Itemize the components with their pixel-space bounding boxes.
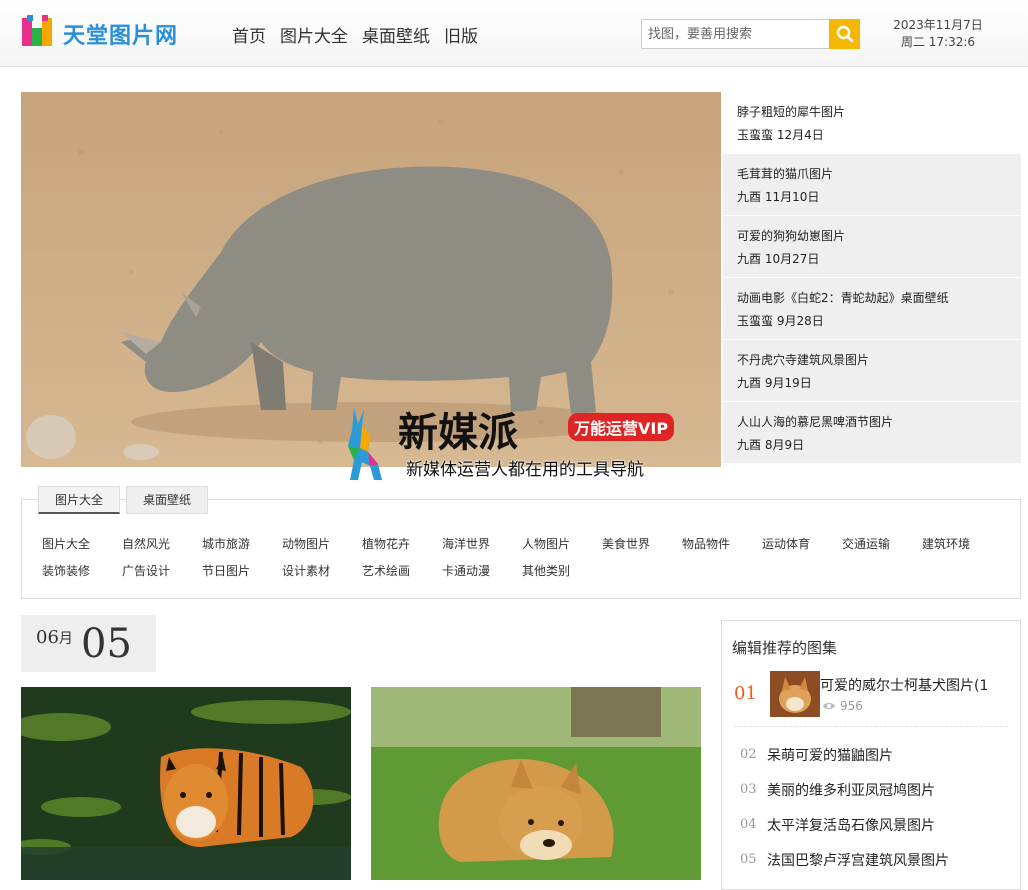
list-item-meta: 九酉 9月19日: [737, 376, 812, 390]
search-box: [641, 19, 860, 49]
view-count: 956: [822, 699, 863, 713]
list-item[interactable]: 04 太平洋复活岛石像风景图片: [740, 807, 1010, 842]
list-item[interactable]: 不丹虎穴寺建筑风景图片 九酉 9月19日: [723, 340, 1021, 402]
view-count-value: 956: [840, 699, 863, 713]
recommend-item-title[interactable]: 法国巴黎卢浮宫建筑风景图片: [767, 850, 949, 870]
list-item[interactable]: 人山人海的慕尼黑啤酒节图片 九酉 8月9日: [723, 402, 1021, 464]
list-item[interactable]: 脖子粗短的犀牛图片 玉蛮蛮 12月4日: [723, 92, 1021, 154]
list-item-meta: 玉蛮蛮 9月28日: [737, 314, 824, 328]
search-button[interactable]: [829, 19, 860, 49]
category-link[interactable]: 装饰装修: [42, 562, 122, 580]
list-item-meta: 九酉 8月9日: [737, 438, 805, 452]
category-link[interactable]: 交通运输: [842, 535, 922, 553]
rank-number: 01: [734, 683, 757, 704]
category-tabs: 图片大全 桌面壁纸: [38, 486, 209, 514]
current-time: 周二 17:32:6: [900, 35, 976, 49]
category-link[interactable]: 城市旅游: [202, 535, 282, 553]
nav-old-version[interactable]: 旧版: [444, 22, 478, 47]
list-item-title[interactable]: 不丹虎穴寺建筑风景图片: [737, 350, 1021, 370]
shiba-photo: [371, 687, 701, 880]
recommend-item-title[interactable]: 太平洋复活岛石像风景图片: [767, 815, 935, 835]
rank-number: 02: [740, 747, 757, 762]
list-item-meta: 九酉 10月27日: [737, 252, 820, 266]
category-link[interactable]: 人物图片: [522, 535, 602, 553]
corgi-photo: [770, 671, 820, 717]
thumb-tiger[interactable]: [21, 687, 351, 880]
list-item-meta: 九酉 11月10日: [737, 190, 820, 204]
list-item[interactable]: 动画电影《白蛇2：青蛇劫起》桌面壁纸 玉蛮蛮 9月28日: [723, 278, 1021, 340]
site-logo-icon[interactable]: [20, 14, 56, 50]
list-item-title[interactable]: 可爱的狗狗幼崽图片: [737, 226, 1021, 246]
recommend-list: 02 呆萌可爱的猫鼬图片 03 美丽的维多利亚凤冠鸠图片 04 太平洋复活岛石像…: [740, 737, 1010, 877]
nav-home[interactable]: 首页: [232, 22, 266, 47]
rank-number: 03: [740, 782, 757, 797]
main-nav: 首页 图片大全 桌面壁纸 旧版: [232, 22, 478, 47]
recommend-top-item[interactable]: 01 可爱的威尔士柯基犬图片(1 956: [734, 669, 1008, 727]
editor-recommend-panel: 编辑推荐的图集 01 可爱的威尔士柯基犬图片(1 956 02 呆萌可爱的猫鼬图…: [721, 620, 1021, 890]
list-item-meta: 玉蛮蛮 12月4日: [737, 128, 824, 142]
tiger-photo: [21, 687, 351, 880]
nav-wallpapers[interactable]: 桌面壁纸: [362, 22, 430, 47]
date-time: 2023年11月7日 周二 17:32:6: [882, 17, 994, 51]
recommend-title: 编辑推荐的图集: [732, 639, 838, 657]
category-link[interactable]: 其他类别: [522, 562, 602, 580]
category-grid: 图片大全 自然风光 城市旅游 动物图片 植物花卉 海洋世界 人物图片 美食世界 …: [42, 535, 1002, 580]
deer-logo-icon: [348, 408, 382, 480]
list-item-title[interactable]: 脖子粗短的犀牛图片: [737, 102, 1021, 122]
recommend-item-title[interactable]: 可爱的威尔士柯基犬图片(1: [820, 675, 1010, 695]
current-date: 2023年11月7日: [893, 18, 983, 32]
category-link[interactable]: 建筑环境: [922, 535, 1002, 553]
list-item[interactable]: 毛茸茸的猫爪图片 九酉 11月10日: [723, 154, 1021, 216]
recommend-thumbnail[interactable]: [770, 671, 820, 717]
category-link[interactable]: 动物图片: [282, 535, 362, 553]
promo-subtitle: 新媒体运营人都在用的工具导航: [406, 460, 644, 480]
tab-pictures[interactable]: 图片大全: [38, 486, 121, 514]
category-link[interactable]: 美食世界: [602, 535, 682, 553]
rank-number: 05: [740, 852, 757, 867]
promo-badge: 万能运营VIP: [568, 413, 675, 441]
list-item[interactable]: 05 法国巴黎卢浮宫建筑风景图片: [740, 842, 1010, 877]
list-item-title[interactable]: 毛茸茸的猫爪图片: [737, 164, 1021, 184]
category-link[interactable]: 运动体育: [762, 535, 842, 553]
date-badge: 06月 05: [21, 615, 156, 672]
list-item[interactable]: 可爱的狗狗幼崽图片 九酉 10月27日: [723, 216, 1021, 278]
recommend-item-title[interactable]: 美丽的维多利亚凤冠鸠图片: [767, 780, 935, 800]
list-item-title[interactable]: 人山人海的慕尼黑啤酒节图片: [737, 412, 1021, 432]
eye-icon: [823, 703, 835, 709]
category-link[interactable]: 设计素材: [282, 562, 362, 580]
date-month: 06月: [36, 627, 73, 648]
list-item[interactable]: 03 美丽的维多利亚凤冠鸠图片: [740, 772, 1010, 807]
promo-banner[interactable]: 新媒派 万能运营VIP 新媒体运营人都在用的工具导航: [340, 400, 700, 480]
nav-pictures[interactable]: 图片大全: [280, 22, 348, 47]
date-day: 05: [81, 621, 132, 667]
search-input[interactable]: [642, 20, 830, 48]
rank-number: 04: [740, 817, 757, 832]
site-header: 天堂图片网 首页 图片大全 桌面壁纸 旧版 2023年11月7日 周二 17:3…: [0, 0, 1028, 67]
promo-title: 新媒派: [398, 410, 518, 456]
category-link[interactable]: 图片大全: [42, 535, 122, 553]
list-item-title[interactable]: 动画电影《白蛇2：青蛇劫起》桌面壁纸: [737, 288, 1021, 308]
category-link[interactable]: 自然风光: [122, 535, 202, 553]
category-link[interactable]: 卡通动漫: [442, 562, 522, 580]
latest-list: 脖子粗短的犀牛图片 玉蛮蛮 12月4日 毛茸茸的猫爪图片 九酉 11月10日 可…: [723, 92, 1021, 467]
category-link[interactable]: 艺术绘画: [362, 562, 442, 580]
category-link[interactable]: 植物花卉: [362, 535, 442, 553]
site-name[interactable]: 天堂图片网: [63, 18, 178, 50]
category-link[interactable]: 广告设计: [122, 562, 202, 580]
tab-wallpapers[interactable]: 桌面壁纸: [126, 486, 209, 514]
search-icon: [836, 25, 853, 43]
category-link[interactable]: 物品物件: [682, 535, 762, 553]
category-link[interactable]: 节日图片: [202, 562, 282, 580]
thumb-shiba[interactable]: [371, 687, 701, 880]
category-link[interactable]: 海洋世界: [442, 535, 522, 553]
recommend-item-title[interactable]: 呆萌可爱的猫鼬图片: [767, 745, 893, 765]
list-item[interactable]: 02 呆萌可爱的猫鼬图片: [740, 737, 1010, 772]
